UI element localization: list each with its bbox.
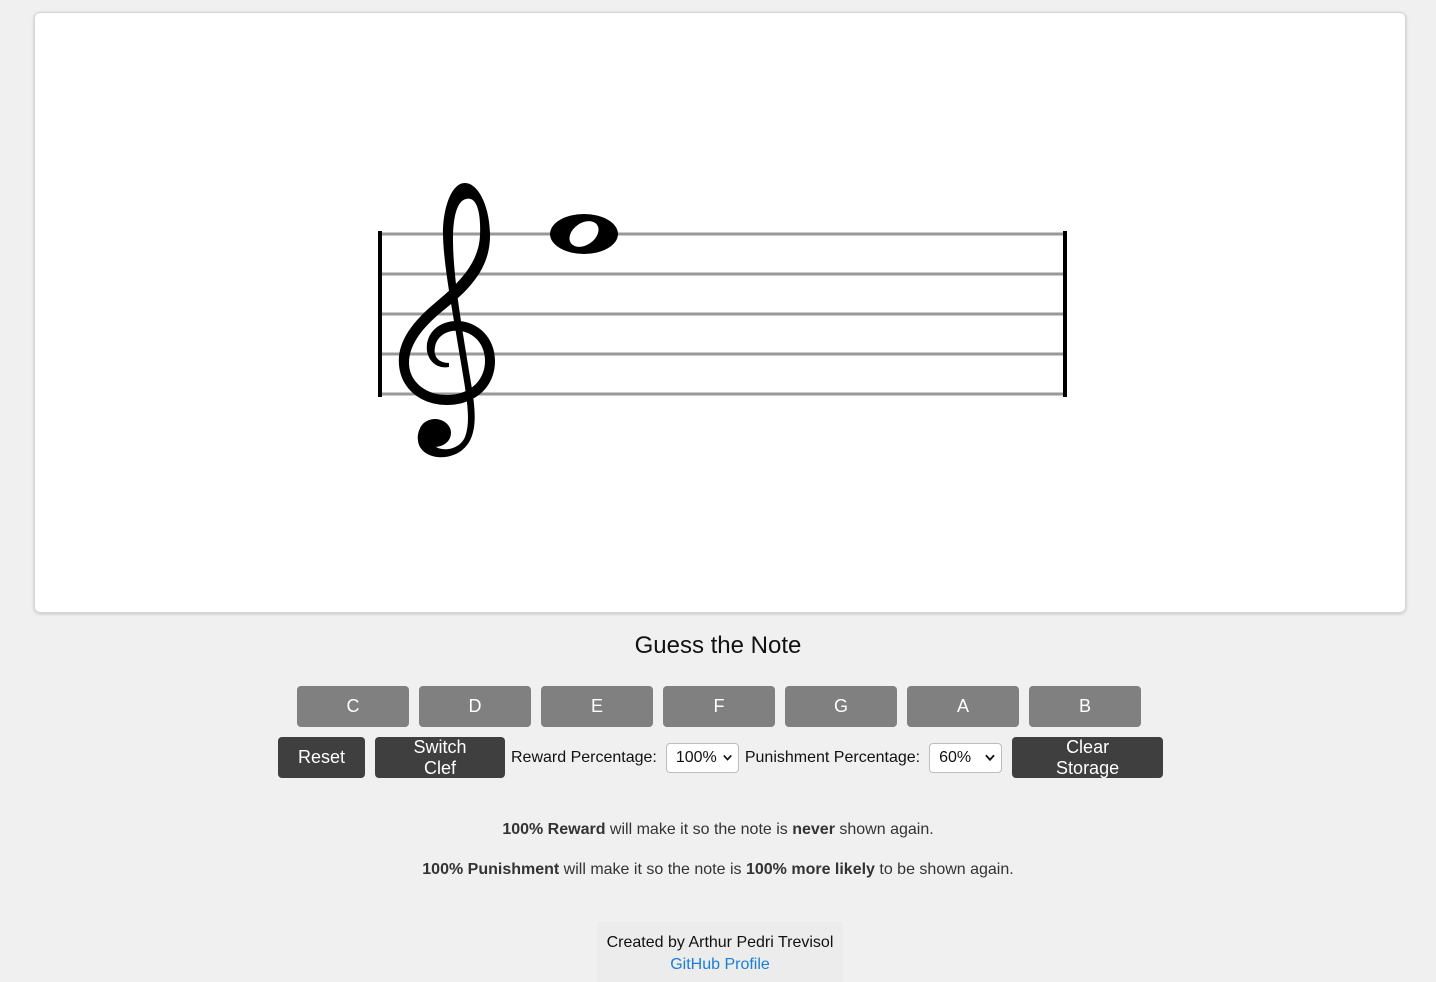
reward-info-text: will make it so the note is (605, 821, 793, 838)
punishment-info-text: will make it so the note is (559, 861, 746, 878)
punishment-info-bold: 100% Punishment (422, 861, 560, 878)
controls-bar: Reset Switch Clef Reward Percentage: 100… (278, 737, 1164, 778)
chevron-down-icon (985, 754, 995, 762)
staff-panel (34, 12, 1406, 613)
note-button-e[interactable]: E (541, 686, 653, 727)
punishment-info-text-end: to be shown again. (874, 861, 1014, 878)
github-profile-link[interactable]: GitHub Profile (597, 956, 843, 974)
punishment-percentage-select[interactable]: 60% (929, 742, 1003, 773)
footer-credit: Created by Arthur Pedri Trevisol (606, 934, 834, 951)
note-button-f[interactable]: F (663, 686, 775, 727)
reward-info: 100% Reward will make it so the note is … (0, 821, 1436, 839)
note-button-a[interactable]: A (907, 686, 1019, 727)
reward-info-emphasis: never (792, 821, 835, 838)
reward-info-text-end: shown again. (834, 821, 934, 838)
reward-info-bold: 100% Reward (502, 821, 606, 838)
note-button-d[interactable]: D (419, 686, 531, 727)
punishment-percentage-label: Punishment Percentage: (744, 748, 921, 766)
chevron-down-icon (722, 754, 732, 761)
punishment-percentage-value: 60% (939, 748, 972, 766)
page-title: Guess the Note (634, 632, 802, 659)
note-button-g[interactable]: G (785, 686, 897, 727)
punishment-info-emphasis: 100% more likely (745, 861, 875, 878)
note-button-b[interactable]: B (1029, 686, 1141, 727)
reset-button[interactable]: Reset (278, 737, 365, 778)
reward-percentage-label: Reward Percentage: (511, 748, 657, 766)
reward-percentage-select[interactable]: 100% (665, 742, 739, 773)
punishment-info: 100% Punishment will make it so the note… (0, 861, 1436, 879)
clear-storage-button[interactable]: Clear Storage (1012, 737, 1164, 778)
reward-percentage-value: 100% (675, 748, 717, 766)
music-staff (378, 183, 1067, 458)
whole-note (550, 214, 618, 254)
note-button-c[interactable]: C (297, 686, 409, 727)
footer: Created by Arthur Pedri Trevisol GitHub … (597, 922, 843, 982)
switch-clef-button[interactable]: Switch Clef (375, 737, 505, 778)
treble-clef-icon (398, 183, 495, 458)
note-buttons: C D E F G A B (297, 686, 1141, 727)
